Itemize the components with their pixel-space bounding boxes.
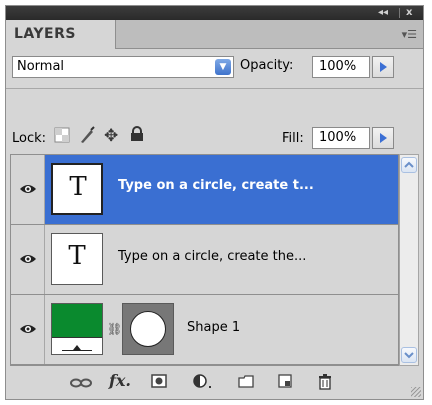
layer-mask-icon[interactable] [151,374,167,392]
link-layers-icon[interactable] [70,375,92,393]
layer-name[interactable]: Type on a circle, create the... [118,249,306,264]
layers-list: T Type on a circle, create t... T Type o… [10,154,399,366]
blend-mode-select[interactable]: Normal ▼ [12,56,234,78]
opacity-slider-button[interactable] [372,56,394,78]
opacity-label: Opacity: [240,58,294,73]
text-layer-thumbnail: T [51,233,103,285]
text-layer-thumbnail: T [51,163,103,215]
double-arrow-left-icon[interactable]: ◂◂ [378,7,388,19]
opacity-value: 100% [319,59,357,74]
fill-thumbnail-line [62,350,92,351]
panel-titlebar: ◂◂ x [6,6,423,20]
layer-row[interactable]: T Type on a circle, create t... [11,155,398,225]
lock-label: Lock: [12,131,47,146]
blend-mode-value: Normal [17,59,65,74]
panel-menu-icon[interactable]: ▾☰ [402,28,417,41]
close-button[interactable]: x [406,7,412,19]
layer-row[interactable]: ⛓ Shape 1 [11,295,398,365]
divider [6,88,423,89]
new-layer-icon[interactable] [278,374,292,392]
lock-all-icon[interactable] [130,126,144,146]
layer-row[interactable]: T Type on a circle, create the... [11,225,398,295]
trash-icon[interactable] [318,374,332,394]
eye-icon[interactable] [11,225,45,294]
panel-footer: fx. [6,368,423,399]
panel-tab-row: LAYERS ▾☰ [6,20,423,49]
chevron-down-icon[interactable]: ▼ [215,59,231,75]
tab-layers-label: LAYERS [14,26,76,42]
shape-fill-thumbnail [51,303,103,355]
fill-value: 100% [319,130,357,145]
layers-panel: ◂◂ x LAYERS ▾☰ Normal ▼ Opacity: 100% Lo… [5,5,424,400]
titlebar-divider [399,8,400,18]
new-group-icon[interactable] [238,374,254,392]
eye-icon[interactable] [11,295,45,364]
chain-link-icon[interactable]: ⛓ [107,322,122,336]
scroll-down-button[interactable] [401,347,417,363]
resize-grip[interactable] [411,387,421,397]
adjustment-layer-icon[interactable] [193,374,215,394]
fill-field[interactable]: 100% [312,127,370,149]
circle-shape-icon [130,311,166,347]
vector-mask-thumbnail [122,303,174,355]
lock-image-pixels-icon[interactable] [78,126,96,148]
layer-name[interactable]: Shape 1 [187,320,240,335]
text-layer-t-icon: T [68,241,86,271]
layers-scrollbar[interactable] [399,154,419,366]
fx-icon[interactable]: fx. [109,371,131,390]
scroll-up-button[interactable] [401,157,417,173]
fill-slider-button[interactable] [372,127,394,149]
opacity-field[interactable]: 100% [312,56,370,78]
lock-transparent-pixels-icon[interactable] [54,127,70,147]
layer-name[interactable]: Type on a circle, create t... [118,178,314,193]
lock-position-icon[interactable]: ✥ [104,126,118,146]
tab-layers[interactable]: LAYERS [6,20,116,49]
text-layer-t-icon: T [69,172,87,202]
triangle-icon [73,345,81,350]
eye-icon[interactable] [11,155,45,224]
fill-label: Fill: [282,131,304,146]
